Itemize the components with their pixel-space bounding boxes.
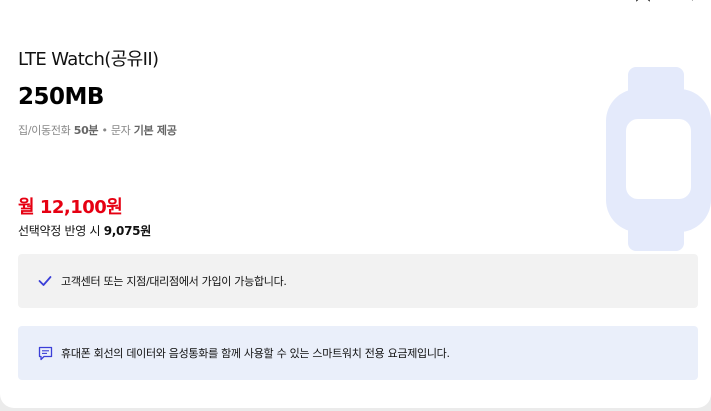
monthly-price: 월 12,100원 bbox=[18, 197, 123, 218]
smartwatch-icon bbox=[606, 67, 711, 256]
plan-description-text: 휴대폰 회선의 데이터와 음성통화를 함께 사용할 수 있는 스마트워치 전용 … bbox=[61, 347, 450, 360]
benefit-sms-label: 문자 bbox=[110, 124, 131, 137]
data-allowance: 250MB bbox=[18, 84, 104, 110]
discount-amount: 9,075원 bbox=[103, 224, 152, 238]
search-icon[interactable] bbox=[673, 0, 695, 2]
plan-title: LTE Watch(공유II) bbox=[18, 49, 159, 70]
benefit-call-value: 50분 bbox=[73, 124, 99, 137]
benefit-sms-value: 기본 제공 bbox=[133, 124, 177, 137]
chat-message-icon bbox=[37, 345, 53, 361]
top-actions bbox=[635, 0, 695, 2]
benefit-call-label: 집/이동전화 bbox=[18, 124, 71, 137]
bookmark-icon[interactable] bbox=[635, 0, 651, 2]
benefit-separator: • bbox=[101, 124, 108, 137]
signup-notice-text: 고객센터 또는 지점/대리점에서 가입이 가능합니다. bbox=[61, 275, 287, 288]
discount-label: 선택약정 반영 시 bbox=[18, 224, 101, 238]
check-icon bbox=[37, 273, 53, 289]
signup-notice: 고객센터 또는 지점/대리점에서 가입이 가능합니다. bbox=[18, 254, 698, 308]
discount-price: 선택약정 반영 시 9,075원 bbox=[18, 222, 151, 239]
plan-description-notice: 휴대폰 회선의 데이터와 음성통화를 함께 사용할 수 있는 스마트워치 전용 … bbox=[18, 326, 698, 380]
plan-benefits: 집/이동전화 50분 • 문자 기본 제공 bbox=[18, 122, 177, 138]
